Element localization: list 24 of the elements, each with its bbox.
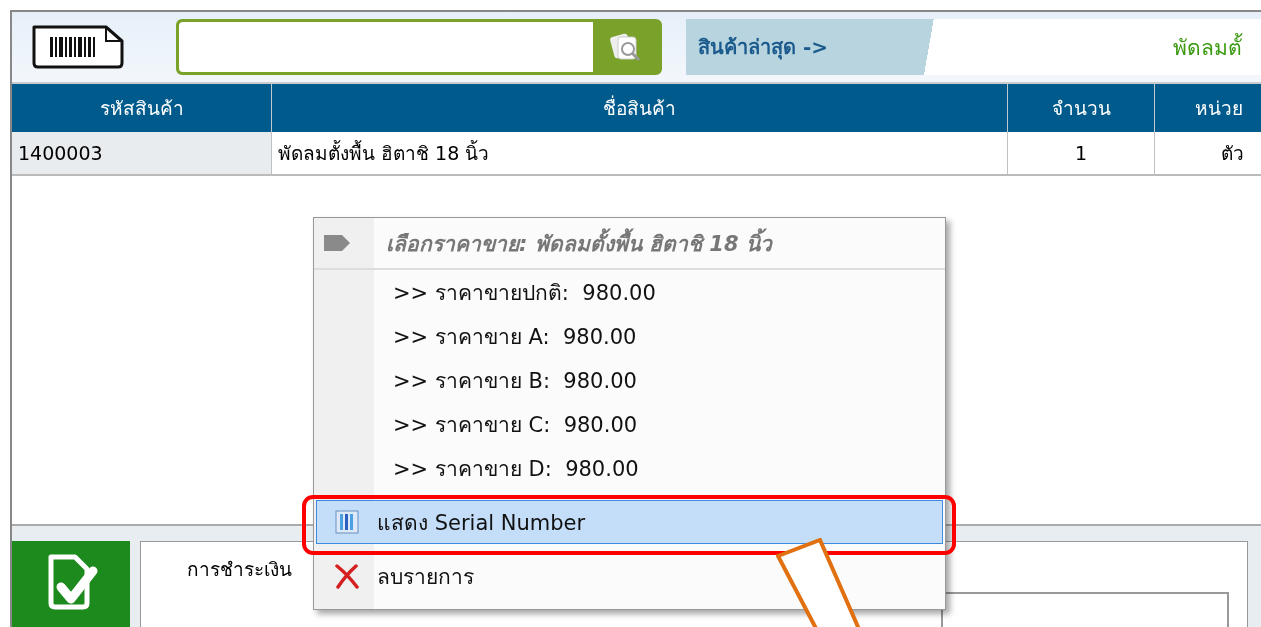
table-cell: ตัว xyxy=(1155,132,1261,176)
column-header: จำนวน xyxy=(1008,84,1155,132)
table-cell: พัดลมตั้งพื้น ฮิตาชิ 18 นิ้ว xyxy=(272,132,1008,176)
column-header: รหัสสินค้า xyxy=(12,84,272,132)
tag-icon xyxy=(322,233,352,253)
delete-icon xyxy=(334,563,360,589)
column-header: ชื่อสินค้า xyxy=(272,84,1008,132)
payment-tab[interactable]: การชำระเงิน xyxy=(187,554,292,584)
menu-item[interactable]: >> ราคาขาย A: 980.00 xyxy=(316,314,943,358)
table-cell: 1400003 xyxy=(12,132,272,176)
menu-item[interactable]: ลบรายการ xyxy=(316,556,485,596)
menu-item[interactable]: แสดง Serial Number xyxy=(316,500,943,544)
latest-product-label: สินค้าล่าสุด -> xyxy=(697,34,830,62)
table-cell: 1 xyxy=(1008,132,1155,176)
menu-item[interactable]: >> ราคาขาย C: 980.00 xyxy=(316,402,943,446)
columns-icon xyxy=(335,510,359,534)
menu-item[interactable]: >> ราคาขาย B: 980.00 xyxy=(316,358,943,402)
column-header: หน่วย xyxy=(1155,84,1261,132)
menu-title: เลือกราคาขาย: พัดลมตั้งพื้น ฮิตาชิ 18 นิ้ว xyxy=(386,226,772,260)
confirm-button[interactable] xyxy=(12,541,130,627)
latest-product-name: พัดลมตั้ xyxy=(1173,32,1242,62)
menu-item[interactable]: >> ราคาขายปกติ: 980.00 xyxy=(316,270,943,314)
search-field[interactable] xyxy=(176,19,662,75)
menu-item[interactable]: >> ราคาขาย D: 980.00 xyxy=(316,446,943,490)
